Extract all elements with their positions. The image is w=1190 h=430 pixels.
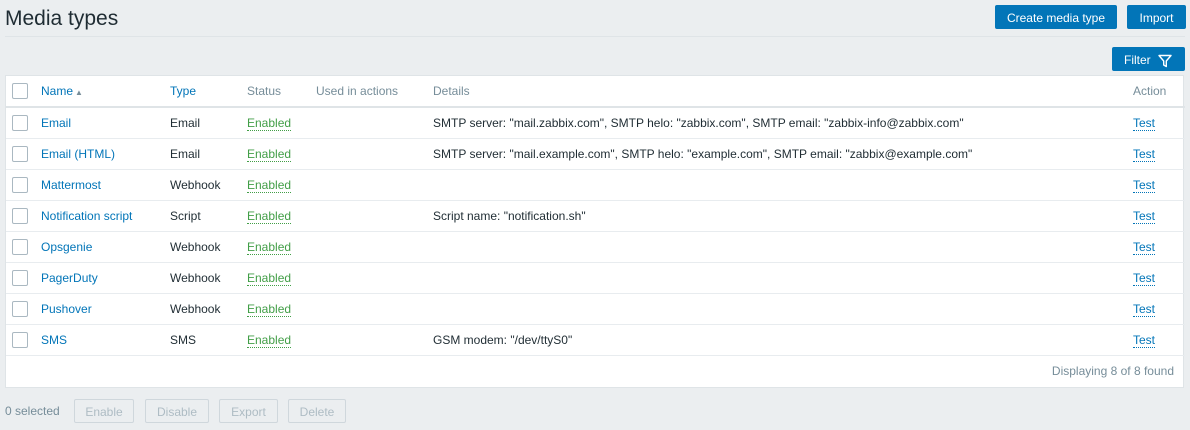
table-row: Mattermost Webhook Enabled Test [6, 169, 1185, 200]
export-button[interactable]: Export [219, 399, 278, 423]
status-toggle[interactable]: Enabled [247, 146, 292, 162]
media-type-type: Script [170, 208, 201, 223]
row-checkbox[interactable] [12, 269, 28, 286]
disable-button[interactable]: Disable [145, 399, 209, 423]
filter-icon [1158, 52, 1172, 76]
status-toggle[interactable]: Enabled [247, 115, 292, 131]
test-link[interactable]: Test [1133, 177, 1156, 193]
media-type-type: Email [170, 146, 201, 161]
row-checkbox[interactable] [12, 176, 28, 193]
row-checkbox[interactable] [12, 300, 28, 317]
row-checkbox[interactable] [12, 114, 28, 131]
media-type-name-link[interactable]: Mattermost [41, 178, 101, 192]
media-type-details: SMTP server: "mail.example.com", SMTP he… [433, 146, 973, 161]
status-toggle[interactable]: Enabled [247, 177, 292, 193]
column-used-in-actions-header: Used in actions [316, 84, 399, 98]
row-checkbox[interactable] [12, 238, 28, 255]
row-checkbox[interactable] [12, 145, 28, 162]
column-type-header[interactable]: Type [170, 84, 196, 98]
test-link[interactable]: Test [1133, 270, 1156, 286]
table-row: Email Email Enabled SMTP server: "mail.z… [6, 107, 1185, 138]
select-all-checkbox[interactable] [12, 83, 28, 99]
column-name-header[interactable]: Name [41, 84, 73, 98]
table-header-row: Name ▲ Type Status Used in actions Detail… [6, 76, 1185, 107]
row-checkbox[interactable] [12, 331, 28, 348]
header-divider [5, 36, 1185, 37]
table-row: Opsgenie Webhook Enabled Test [6, 231, 1185, 262]
table-row: Email (HTML) Email Enabled SMTP server: … [6, 138, 1185, 169]
media-type-name-link[interactable]: Email (HTML) [41, 147, 115, 161]
status-toggle[interactable]: Enabled [247, 332, 292, 348]
create-media-type-button[interactable]: Create media type [995, 5, 1117, 29]
sort-asc-icon: ▲ [75, 88, 83, 97]
media-type-type: Email [170, 115, 201, 130]
media-type-type: Webhook [170, 239, 221, 254]
status-toggle[interactable]: Enabled [247, 239, 292, 255]
media-type-name-link[interactable]: Pushover [41, 302, 92, 316]
media-type-name-link[interactable]: Opsgenie [41, 240, 92, 254]
import-button[interactable]: Import [1127, 5, 1186, 29]
test-link[interactable]: Test [1133, 146, 1156, 162]
media-type-details: GSM modem: "/dev/ttyS0" [433, 332, 573, 347]
row-checkbox[interactable] [12, 207, 28, 224]
filter-button[interactable]: Filter [1112, 47, 1185, 71]
media-type-details: SMTP server: "mail.zabbix.com", SMTP hel… [433, 115, 964, 130]
media-type-type: Webhook [170, 301, 221, 316]
status-toggle[interactable]: Enabled [247, 301, 292, 317]
delete-button[interactable]: Delete [288, 399, 346, 423]
test-link[interactable]: Test [1133, 332, 1156, 348]
test-link[interactable]: Test [1133, 301, 1156, 317]
column-action-header: Action [1133, 84, 1167, 98]
test-link[interactable]: Test [1133, 208, 1156, 224]
column-status-header: Status [247, 84, 282, 98]
test-link[interactable]: Test [1133, 115, 1156, 131]
status-toggle[interactable]: Enabled [247, 270, 292, 286]
column-details-header: Details [433, 84, 470, 98]
table-row: Pushover Webhook Enabled Test [6, 293, 1185, 324]
media-type-name-link[interactable]: Email [41, 116, 71, 130]
results-count: Displaying 8 of 8 found [1051, 364, 1174, 378]
media-type-type: Webhook [170, 270, 221, 285]
media-types-table: Name ▲ Type Status Used in actions Detail… [5, 75, 1185, 388]
table-row: Notification script Script Enabled Scrip… [6, 200, 1185, 231]
media-type-name-link[interactable]: Notification script [41, 209, 132, 223]
selected-count: 0 selected [5, 404, 60, 418]
table-row: PagerDuty Webhook Enabled Test [6, 262, 1185, 293]
media-type-details: Script name: "notification.sh" [433, 208, 586, 223]
page-title: Media types [5, 7, 119, 30]
test-link[interactable]: Test [1133, 239, 1156, 255]
status-toggle[interactable]: Enabled [247, 208, 292, 224]
media-type-type: SMS [170, 332, 197, 347]
enable-button[interactable]: Enable [74, 399, 134, 423]
media-type-name-link[interactable]: SMS [41, 333, 67, 347]
media-type-name-link[interactable]: PagerDuty [41, 271, 98, 285]
filter-label: Filter [1124, 53, 1151, 67]
media-type-type: Webhook [170, 177, 221, 192]
table-row: SMS SMS Enabled GSM modem: "/dev/ttyS0" … [6, 324, 1185, 355]
